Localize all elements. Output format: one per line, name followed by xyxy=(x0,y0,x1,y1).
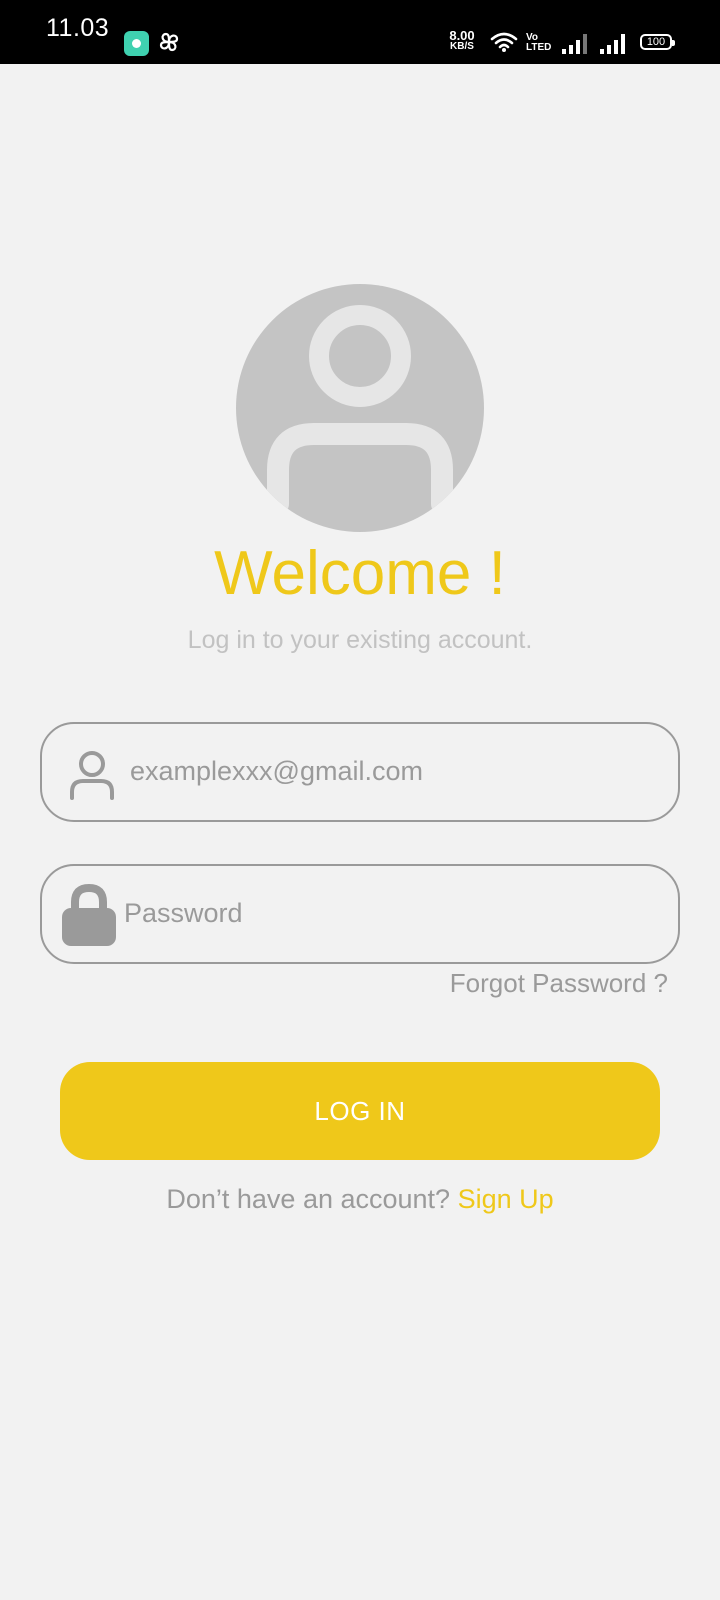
signup-link[interactable]: Sign Up xyxy=(458,1184,554,1214)
email-field[interactable]: examplexxx@gmail.com xyxy=(40,722,680,822)
signup-row: Don’t have an account? Sign Up xyxy=(0,1184,720,1215)
user-icon xyxy=(68,750,116,805)
login-button[interactable]: LOG IN xyxy=(60,1062,660,1160)
network-speed: 8.00 KB/S xyxy=(449,28,475,52)
forgot-password-link[interactable]: Forgot Password ? xyxy=(450,968,668,999)
welcome-title: Welcome ! xyxy=(214,539,506,608)
battery-icon: 100 xyxy=(640,34,675,50)
signal-icon-sim2 xyxy=(600,34,626,59)
signal-icon-sim1 xyxy=(562,34,588,59)
volte-indicator: Vo LTED xyxy=(526,32,552,53)
no-account-text: Don’t have an account? xyxy=(166,1184,451,1214)
password-placeholder: Password xyxy=(124,898,243,928)
password-field[interactable]: Password xyxy=(40,864,680,964)
status-time: 11.03 xyxy=(46,14,110,42)
app-notification-icon xyxy=(124,31,149,56)
avatar xyxy=(236,284,484,532)
pinwheel-icon xyxy=(157,30,181,59)
email-value: examplexxx@gmail.com xyxy=(130,756,423,786)
lock-icon xyxy=(62,883,116,951)
login-subtitle: Log in to your existing account. xyxy=(187,626,533,654)
wifi-icon xyxy=(490,32,518,57)
user-placeholder-icon xyxy=(267,305,453,515)
status-bar: 11.03 8.00 KB/S Vo LTED 100 xyxy=(0,0,720,64)
